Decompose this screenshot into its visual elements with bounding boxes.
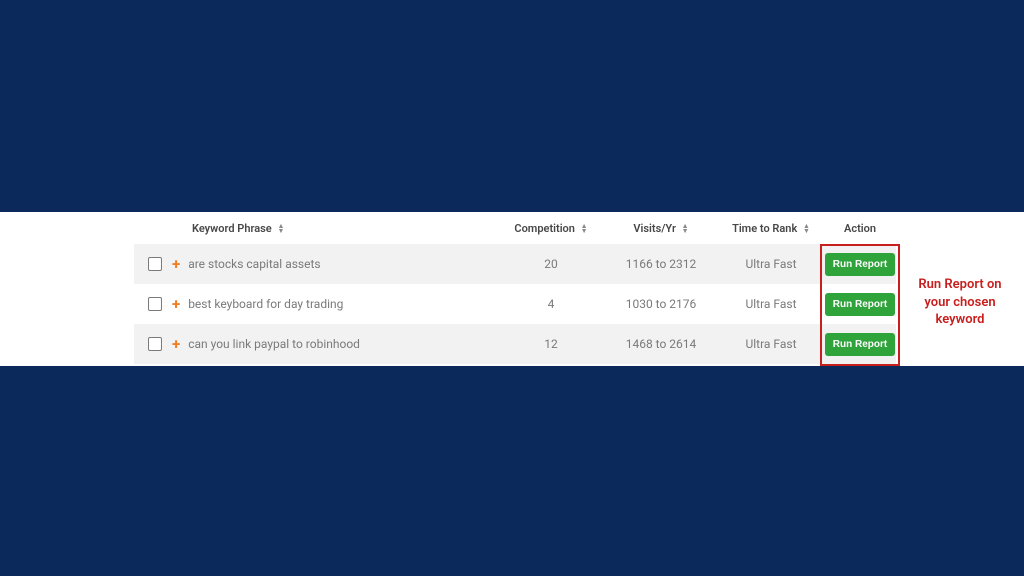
col-header-action-label: Action [844, 222, 876, 235]
time-to-rank-cell: Ultra Fast [718, 297, 824, 311]
plus-icon[interactable]: + [172, 335, 180, 353]
run-report-button[interactable]: Run Report [825, 293, 895, 316]
competition-cell: 20 [498, 257, 604, 271]
row-checkbox[interactable] [148, 297, 162, 311]
table-row: + are stocks capital assets 20 1166 to 2… [134, 244, 896, 284]
col-header-competition-label: Competition [514, 222, 575, 235]
visits-cell: 1166 to 2312 [604, 257, 718, 271]
col-header-ttr-label: Time to Rank [732, 222, 797, 235]
row-checkbox[interactable] [148, 337, 162, 351]
table-row: + can you link paypal to robinhood 12 14… [134, 324, 896, 364]
time-to-rank-cell: Ultra Fast [718, 337, 824, 351]
visits-cell: 1468 to 2614 [604, 337, 718, 351]
action-cell: Run Report [824, 333, 896, 356]
col-header-action: Action [824, 222, 896, 235]
col-header-competition[interactable]: Competition ▲▼ [498, 222, 604, 235]
col-header-time-to-rank[interactable]: Time to Rank ▲▼ [718, 222, 824, 235]
table-panel: Keyword Phrase ▲▼ Competition ▲▼ Visits/… [0, 212, 1024, 366]
competition-cell: 12 [498, 337, 604, 351]
keyword-table: Keyword Phrase ▲▼ Competition ▲▼ Visits/… [134, 212, 896, 364]
run-report-button[interactable]: Run Report [825, 333, 895, 356]
table-row: + best keyboard for day trading 4 1030 t… [134, 284, 896, 324]
col-header-keyword[interactable]: Keyword Phrase ▲▼ [134, 222, 498, 235]
sort-icon: ▲▼ [277, 224, 284, 234]
sort-icon: ▲▼ [581, 224, 588, 234]
row-checkbox[interactable] [148, 257, 162, 271]
keyword-cell: + can you link paypal to robinhood [134, 335, 498, 353]
keyword-text: can you link paypal to robinhood [188, 337, 360, 351]
plus-icon[interactable]: + [172, 255, 180, 273]
keyword-cell: + are stocks capital assets [134, 255, 498, 273]
col-header-visits-label: Visits/Yr [633, 222, 676, 235]
sort-icon: ▲▼ [803, 224, 810, 234]
run-report-button[interactable]: Run Report [825, 253, 895, 276]
visits-cell: 1030 to 2176 [604, 297, 718, 311]
col-header-keyword-label: Keyword Phrase [192, 222, 272, 235]
plus-icon[interactable]: + [172, 295, 180, 313]
keyword-cell: + best keyboard for day trading [134, 295, 498, 313]
time-to-rank-cell: Ultra Fast [718, 257, 824, 271]
action-cell: Run Report [824, 293, 896, 316]
annotation-text: Run Report on your chosen keyword [906, 276, 1014, 329]
action-cell: Run Report [824, 253, 896, 276]
sort-icon: ▲▼ [682, 224, 689, 234]
keyword-text: are stocks capital assets [188, 257, 320, 271]
keyword-text: best keyboard for day trading [188, 297, 343, 311]
competition-cell: 4 [498, 297, 604, 311]
table-header-row: Keyword Phrase ▲▼ Competition ▲▼ Visits/… [134, 212, 896, 244]
col-header-visits[interactable]: Visits/Yr ▲▼ [604, 222, 718, 235]
